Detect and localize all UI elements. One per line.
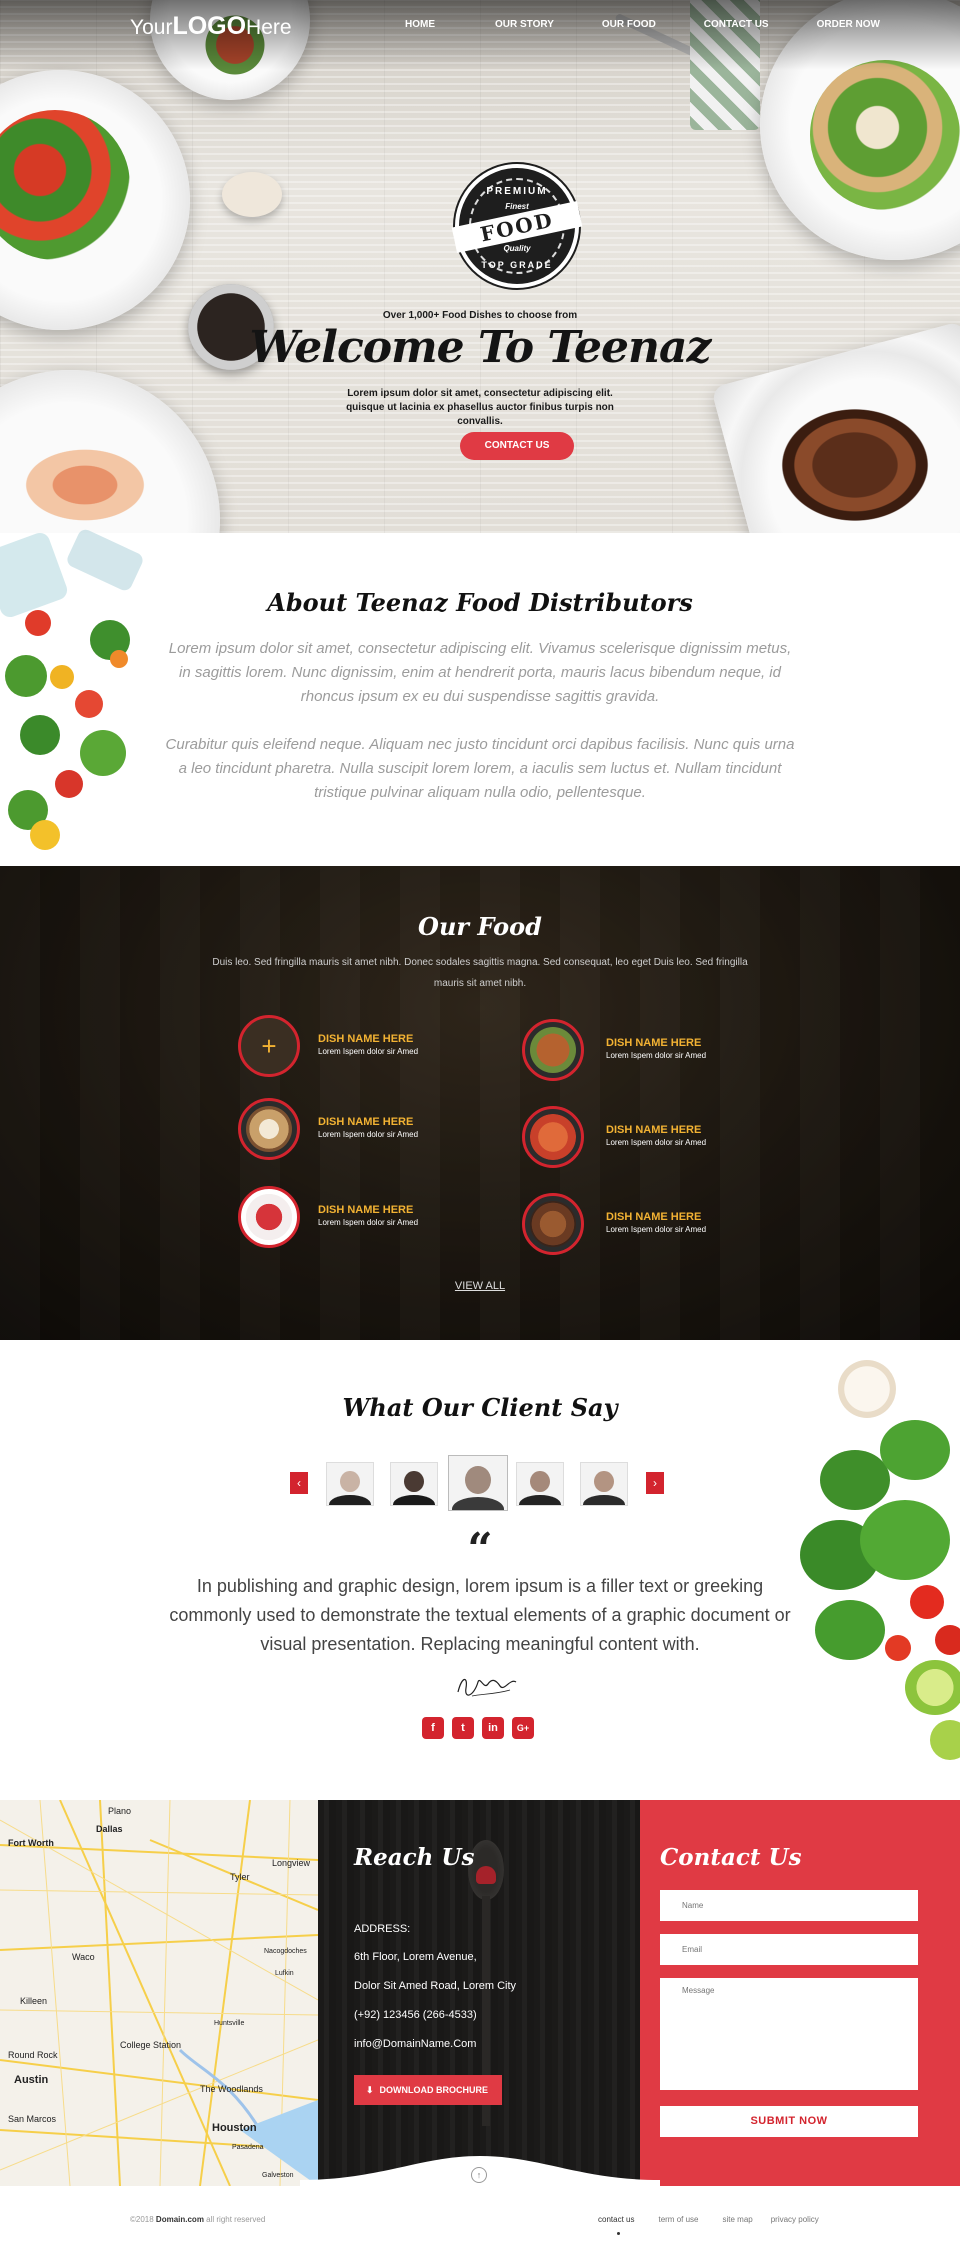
location-map[interactable]: Plano Dallas Fort Worth Tyler Longview N… <box>0 1800 318 2186</box>
signature-image <box>457 1678 517 1697</box>
avatar-active[interactable] <box>448 1455 508 1511</box>
site-logo[interactable]: YourLOGOHere <box>130 12 292 41</box>
dish-photo <box>522 1019 584 1081</box>
steak-dish <box>770 400 940 530</box>
dish-photo <box>238 1098 300 1160</box>
twitter-icon[interactable]: t <box>452 1717 474 1739</box>
avatar[interactable] <box>390 1462 438 1506</box>
address-line-2: Dolor Sit Amed Road, Lorem City <box>354 1980 517 1992</box>
testimonial-quote: In publishing and graphic design, lorem … <box>169 1576 791 1654</box>
heart-icon <box>476 1866 496 1884</box>
linkedin-icon[interactable]: in <box>482 1717 504 1739</box>
copyright-text: ©2018 Domain.com all right reserved <box>130 2215 266 2224</box>
dish-item[interactable]: DISH NAME HERE Lorem Ispem dolor sir Ame… <box>522 1106 762 1168</box>
dish-photo <box>522 1193 584 1255</box>
our-food-intro: Duis leo. Sed fringilla mauris sit amet … <box>212 957 748 989</box>
footer-links: contact us term of use site map privacy … <box>598 2215 819 2224</box>
reach-us-section: Reach Us ADDRESS: 6th Floor, Lorem Avenu… <box>318 1800 640 2186</box>
submit-button[interactable]: SUBMIT NOW <box>660 2106 918 2137</box>
download-icon: ⬇ <box>366 2085 374 2095</box>
hero-contact-button[interactable]: CONTACT US <box>460 432 574 460</box>
footer-terms-link[interactable]: term of use <box>658 2215 698 2224</box>
dish-photo <box>238 1186 300 1248</box>
contact-us-section: Contact Us ● ✉ ✎ SUBMIT NOW <box>640 1800 960 2186</box>
dish-item[interactable]: + DISH NAME HERE Lorem Ispem dolor sir A… <box>238 1015 478 1077</box>
mushroom <box>222 172 282 217</box>
dish-item[interactable]: DISH NAME HERE Lorem Ispem dolor sir Ame… <box>522 1193 762 1255</box>
name-field[interactable] <box>660 1890 918 1921</box>
map-roads <box>0 1800 318 2186</box>
hero-subtitle: Over 1,000+ Food Dishes to choose from <box>382 310 578 321</box>
hero-title: Welcome To Teenaz <box>249 322 711 373</box>
facebook-icon[interactable]: f <box>422 1717 444 1739</box>
footer-contact-link[interactable]: contact us <box>598 2215 634 2224</box>
caesar-salad <box>810 60 960 210</box>
reach-us-title: Reach Us <box>354 1844 475 1871</box>
dish-photo <box>522 1106 584 1168</box>
avatar[interactable] <box>326 1462 374 1506</box>
avatar[interactable] <box>580 1462 628 1506</box>
main-nav: HOME OUR STORY OUR FOOD CONTACT US ORDER… <box>395 19 880 30</box>
footer-privacy-link[interactable]: privacy policy <box>771 2215 819 2224</box>
address-label: ADDRESS: <box>354 1923 411 1935</box>
active-link-indicator <box>617 2232 620 2235</box>
our-food-title: Our Food <box>418 912 542 941</box>
email-address[interactable]: info@DomainName.Com <box>354 2038 476 2050</box>
scroll-top-button[interactable]: ↑ <box>471 2167 487 2183</box>
testimonials-title: What Our Client Say <box>342 1393 618 1422</box>
our-food-section: Our Food Duis leo. Sed fringilla mauris … <box>0 866 960 1340</box>
premium-food-badge: PREMIUM Finest FOOD Quality TOP GRADE <box>451 164 583 288</box>
phone-number: (+92) 123456 (266-4533) <box>354 2009 477 2021</box>
next-arrow-button[interactable]: › <box>646 1472 664 1494</box>
nav-order-now[interactable]: ORDER NOW <box>817 19 880 30</box>
view-all-link[interactable]: VIEW ALL <box>0 1280 960 1292</box>
email-field[interactable] <box>660 1934 918 1965</box>
dish-item[interactable]: DISH NAME HERE Lorem Ispem dolor sir Ame… <box>238 1186 478 1248</box>
dish-item[interactable]: DISH NAME HERE Lorem Ispem dolor sir Ame… <box>238 1098 478 1160</box>
avatar[interactable] <box>516 1462 564 1506</box>
about-paragraph-1: Lorem ipsum dolor sit amet, consectetur … <box>168 640 792 705</box>
page: YourLOGOHere HOME OUR STORY OUR FOOD CON… <box>0 0 960 2262</box>
dish-item[interactable]: DISH NAME HERE Lorem Ispem dolor sir Ame… <box>522 1019 762 1081</box>
address-line-1: 6th Floor, Lorem Avenue, <box>354 1951 477 1963</box>
about-title: About Teenaz Food Distributors <box>267 588 693 617</box>
message-field[interactable] <box>660 1978 918 2090</box>
nav-our-food[interactable]: OUR FOOD <box>602 19 656 30</box>
nav-our-story[interactable]: OUR STORY <box>495 19 554 30</box>
about-paragraph-2: Curabitur quis eleifend neque. Aliquam n… <box>165 736 795 801</box>
hero-text: Lorem ipsum dolor sit amet, consectetur … <box>346 388 614 427</box>
nav-contact-us[interactable]: CONTACT US <box>704 19 769 30</box>
footer-sitemap-link[interactable]: site map <box>722 2215 752 2224</box>
download-brochure-button[interactable]: ⬇ DOWNLOAD BROCHURE <box>354 2075 502 2105</box>
shrimp-dish <box>10 440 160 530</box>
contact-us-title: Contact Us <box>660 1844 802 1871</box>
plus-icon: + <box>238 1015 300 1077</box>
social-links: f t in G+ <box>422 1717 542 1739</box>
google-plus-icon[interactable]: G+ <box>512 1717 534 1739</box>
prev-arrow-button[interactable]: ‹ <box>290 1472 308 1494</box>
quote-icon: “ <box>467 1524 493 1575</box>
hero-section: YourLOGOHere HOME OUR STORY OUR FOOD CON… <box>0 0 960 533</box>
nav-home[interactable]: HOME <box>405 19 435 30</box>
